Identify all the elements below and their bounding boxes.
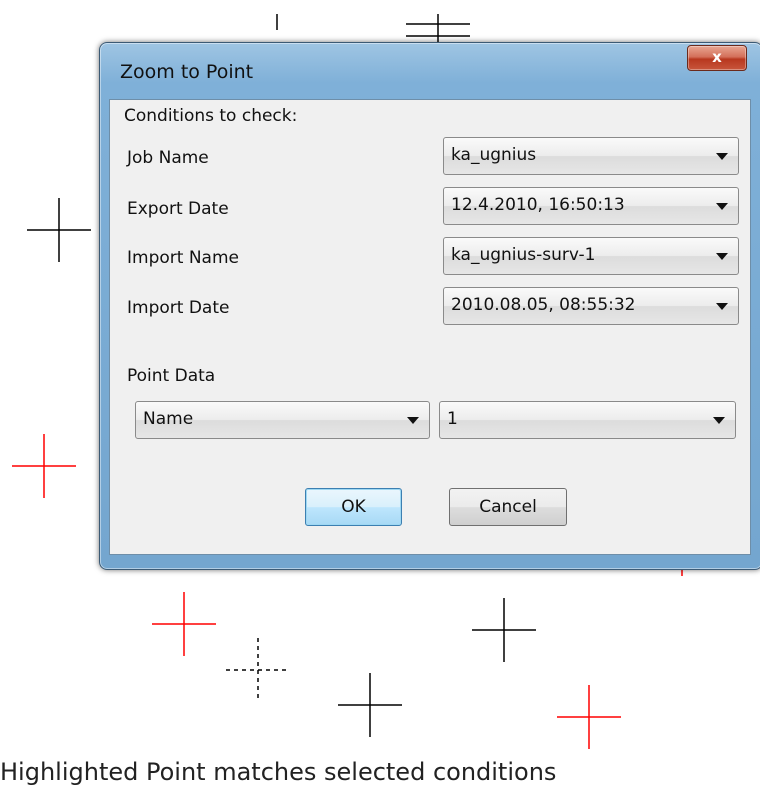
dropdown-arrow-icon [716, 153, 728, 160]
point-field-value: Name [143, 409, 194, 429]
point-cross-icon [12, 434, 76, 498]
conditions-group-label: Conditions to check: [124, 106, 298, 126]
dropdown-arrow-icon [716, 253, 728, 260]
point-cross-icon [27, 198, 91, 262]
dialog-title: Zoom to Point [120, 61, 254, 83]
dropdown-arrow-icon [713, 417, 725, 424]
cancel-button[interactable]: Cancel [449, 488, 567, 526]
import-name-select[interactable]: ka_ugnius-surv-1 [443, 237, 739, 275]
export-date-label: Export Date [127, 199, 229, 219]
point-value-select[interactable]: 1 [439, 401, 736, 439]
dialog-body: Conditions to check: Job Name ka_ugnius … [109, 99, 751, 555]
close-icon: x [712, 48, 722, 66]
point-cross-icon [152, 592, 216, 656]
close-button[interactable]: x [687, 45, 747, 71]
export-date-select[interactable]: 12.4.2010, 16:50:13 [443, 187, 739, 225]
point-field-select[interactable]: Name [135, 401, 430, 439]
import-date-label: Import Date [127, 298, 230, 318]
dropdown-arrow-icon [716, 203, 728, 210]
export-date-value: 12.4.2010, 16:50:13 [451, 195, 625, 215]
zoom-to-point-dialog: Zoom to Point x Conditions to check: Job… [99, 42, 760, 570]
point-value-value: 1 [447, 409, 458, 429]
point-data-label: Point Data [127, 366, 216, 386]
dropdown-arrow-icon [716, 303, 728, 310]
import-date-value: 2010.08.05, 08:55:32 [451, 295, 636, 315]
figure-caption: Highlighted Point matches selected condi… [0, 758, 557, 786]
import-name-value: ka_ugnius-surv-1 [451, 245, 596, 265]
import-date-select[interactable]: 2010.08.05, 08:55:32 [443, 287, 739, 325]
point-cross-icon [226, 638, 290, 702]
point-cross-icon [557, 685, 621, 749]
point-cross-icon [338, 673, 402, 737]
point-cross-icon [406, 14, 470, 42]
ok-button[interactable]: OK [305, 488, 402, 526]
job-name-label: Job Name [127, 148, 209, 168]
point-cross-icon [472, 598, 536, 662]
job-name-select[interactable]: ka_ugnius [443, 137, 739, 175]
job-name-value: ka_ugnius [451, 145, 537, 165]
dropdown-arrow-icon [407, 417, 419, 424]
import-name-label: Import Name [127, 248, 239, 268]
